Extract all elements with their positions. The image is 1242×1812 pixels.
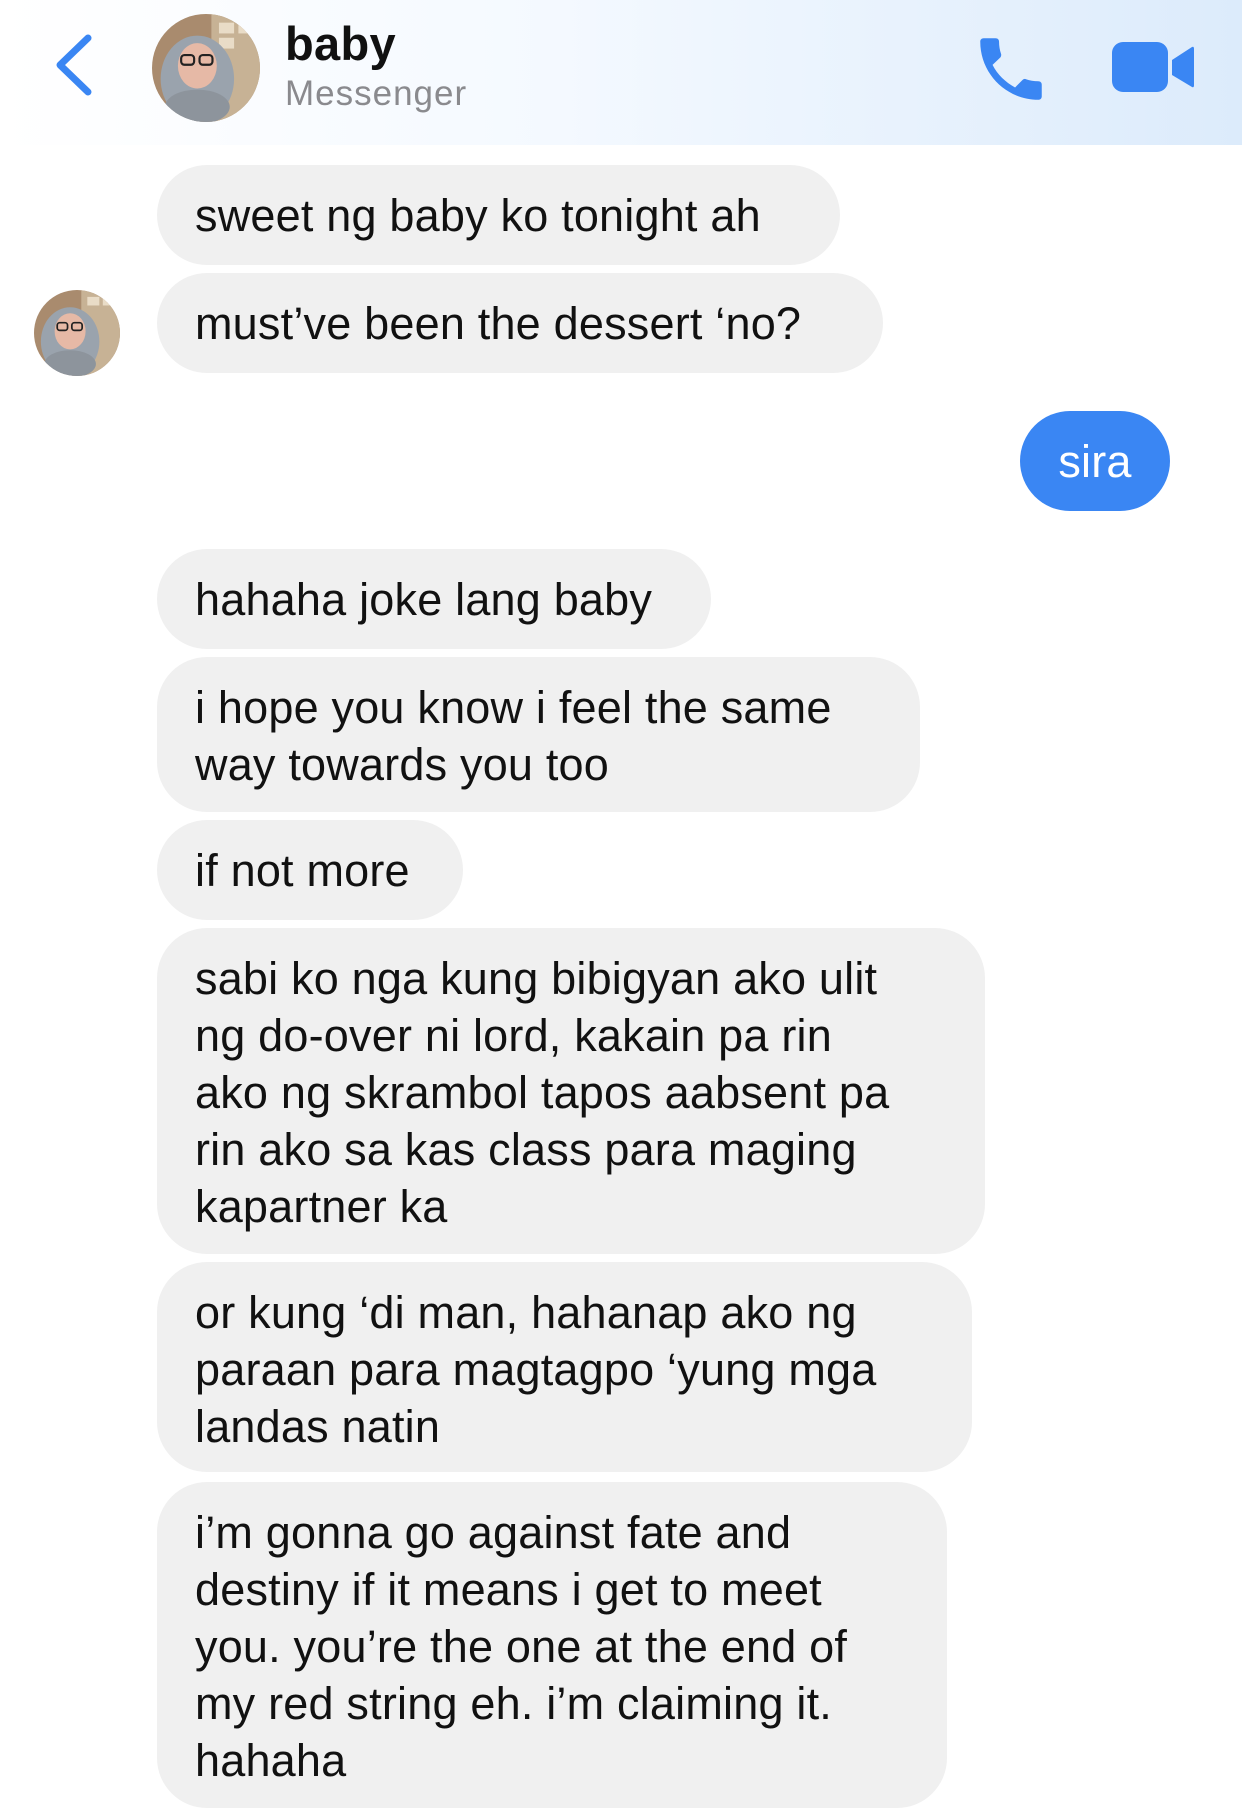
message-bubble-received[interactable]: or kung ‘di man, hahanap ako ng paraan p… [157, 1262, 972, 1472]
message-bubble-sent[interactable]: sira [1020, 411, 1170, 511]
message-bubble-received[interactable]: if not more [157, 820, 463, 920]
video-call-button[interactable] [1110, 38, 1196, 98]
contact-subtitle: Messenger [285, 74, 468, 113]
message-bubble-received[interactable]: sabi ko nga kung bibigyan ako ulit ng do… [157, 928, 985, 1254]
chevron-left-icon [56, 34, 92, 96]
message-bubble-received[interactable]: i hope you know i feel the same way towa… [157, 657, 920, 812]
chat-header: baby Messenger [0, 0, 1242, 145]
call-button[interactable] [970, 28, 1052, 110]
message-bubble-received[interactable]: sweet ng baby ko tonight ah [157, 165, 840, 265]
phone-icon [980, 38, 1042, 100]
message-bubble-received[interactable]: hahaha joke lang baby [157, 549, 711, 649]
contact-avatar[interactable] [152, 14, 260, 122]
back-button[interactable] [48, 30, 108, 100]
sender-avatar[interactable] [34, 290, 120, 376]
video-camera-icon [1112, 42, 1194, 92]
message-bubble-received[interactable]: i’m gonna go against fate and destiny if… [157, 1482, 947, 1808]
message-bubble-received[interactable]: must’ve been the dessert ‘no? [157, 273, 883, 373]
contact-name[interactable]: baby [285, 16, 396, 71]
